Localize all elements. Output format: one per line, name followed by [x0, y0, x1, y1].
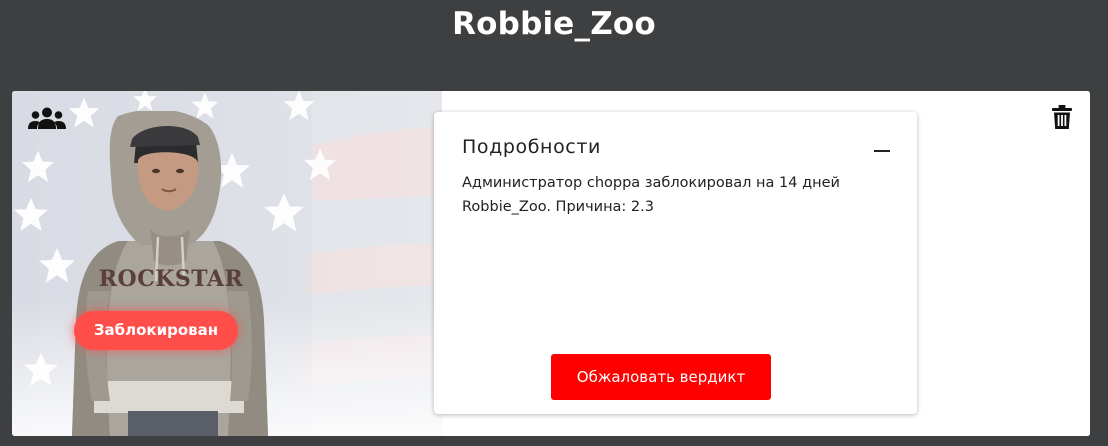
minus-icon[interactable] — [874, 150, 890, 152]
character-skin: ROCKSTAR — [72, 111, 268, 436]
shirt-print: ROCKSTAR — [99, 266, 244, 292]
details-title: Подробности — [462, 136, 601, 158]
details-text: Администратор choppa заблокировал на 14 … — [462, 175, 840, 215]
appeal-verdict-button[interactable]: Обжаловать вердикт — [551, 354, 771, 400]
details-panel: Подробности Администратор choppa заблоки… — [434, 112, 917, 414]
status-badge: Заблокирован — [74, 311, 238, 350]
profile-card: ROCKSTAR Заблокирован Подробности Админи… — [12, 91, 1090, 436]
page-title: Robbie_Zoo — [452, 6, 656, 42]
trash-icon[interactable] — [1052, 105, 1072, 129]
